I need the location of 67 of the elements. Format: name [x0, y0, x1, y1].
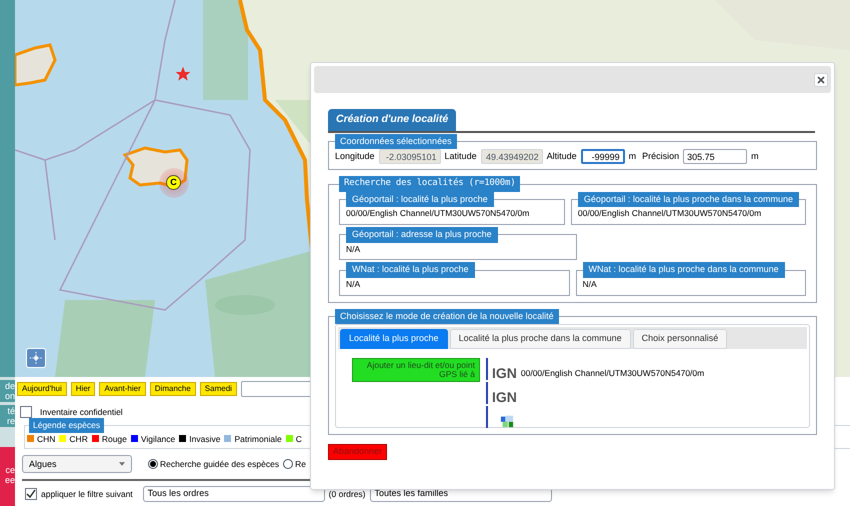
- date-shortcut-button[interactable]: Hier: [70, 382, 96, 396]
- order-select[interactable]: Tous les ordres: [142, 486, 325, 502]
- sidebar-label: on: [4, 391, 15, 401]
- result-title: WNat : localité la plus proche dans la commune: [582, 262, 785, 278]
- legend-label: Vigilance: [140, 432, 176, 446]
- ign-logo: IGN: [492, 366, 517, 380]
- coordinate-field[interactable]: 305.75: [683, 149, 748, 164]
- coordinate-field[interactable]: -2.03095101: [378, 149, 441, 164]
- group-select[interactable]: Algues: [22, 455, 132, 474]
- field-label: Précision: [642, 150, 680, 163]
- filter-checkbox[interactable]: [25, 488, 37, 500]
- result-value: N/A: [582, 278, 598, 290]
- checkbox-label: Inventaire confidentiel: [40, 406, 123, 419]
- result-value: 00/00/English Channel/UTM30UW570N5470/0m: [578, 207, 762, 220]
- sidebar-label: ee: [4, 475, 15, 485]
- legend-label: CHR: [69, 432, 88, 446]
- confidential-checkbox[interactable]: [20, 406, 32, 418]
- star-icon[interactable]: [175, 66, 191, 82]
- ign-logo: IGN: [492, 390, 517, 404]
- mode-tab[interactable]: Localité la plus proche dans la commune: [450, 329, 631, 349]
- field-label: Altitude: [546, 150, 577, 163]
- radio-button[interactable]: [148, 459, 158, 470]
- sidebar-label: té: [6, 406, 15, 416]
- panel-title: Coordonnées sélectionnées: [335, 134, 457, 150]
- result-title: Géoportail : adresse la plus proche: [346, 227, 498, 242]
- result-value: N/A: [346, 278, 362, 290]
- legend-label: CHN: [37, 432, 56, 446]
- close-button[interactable]: [814, 72, 828, 86]
- result-title: Géoportail : localité la plus proche dans la commune: [578, 192, 799, 208]
- sidebar-label: re: [6, 416, 15, 426]
- radio-button[interactable]: [283, 459, 294, 470]
- add-locality-button[interactable]: Ajouter un lieu-dit et/ou point GPS lié à: [352, 358, 480, 382]
- legend-label: Rouge: [102, 432, 127, 446]
- date-shortcut-button[interactable]: Dimanche: [150, 382, 196, 396]
- field-label: Latitude: [444, 150, 477, 163]
- radio-label: Recherche guidée des espèces: [160, 458, 280, 471]
- date-shortcut-button[interactable]: Avant-hier: [99, 382, 146, 396]
- coordinate-field[interactable]: -99999: [580, 149, 625, 164]
- result-value: 00/00/English Channel/UTM30UW570N5470/0m: [346, 207, 530, 220]
- close-icon: [816, 74, 826, 84]
- pan-control-icon[interactable]: [26, 348, 46, 368]
- result-text: 00/00/English Channel/UTM30UW570N5470/0m: [520, 367, 704, 380]
- result-value: N/A: [346, 242, 362, 256]
- map-icon: [500, 414, 514, 428]
- filter-label: appliquer le filtre suivant: [41, 488, 133, 501]
- unit-label: m: [628, 150, 636, 163]
- result-title: Géoportail : localité la plus proche: [346, 192, 494, 208]
- sidebar-label: de: [4, 381, 15, 391]
- unit-label: m: [751, 150, 759, 163]
- result-title: WNat : localité la plus proche: [346, 262, 475, 278]
- sidebar-label: ce: [4, 465, 15, 475]
- date-shortcut-button[interactable]: Aujourd'hui: [17, 382, 67, 396]
- mode-tab[interactable]: Localité la plus proche: [340, 329, 448, 349]
- field-label: Longitude: [335, 150, 375, 163]
- legend-label: C: [296, 432, 302, 446]
- order-count: (0 ordres): [328, 488, 366, 501]
- mode-tab[interactable]: Choix personnalisé: [632, 329, 728, 349]
- legend-label: Patrimoniale: [234, 432, 282, 446]
- panel-title: Recherche des localités (r=1000m): [339, 176, 520, 192]
- sidebar-item[interactable]: ce ee: [0, 447, 15, 506]
- dropdown-caret-icon: [119, 462, 125, 466]
- legend-title: Légende espèces: [29, 418, 104, 432]
- date-shortcut-button[interactable]: Samedi: [200, 382, 237, 396]
- panel-title: Choisissez le mode de création de la nouvelle localité: [335, 308, 559, 324]
- radio-label: Re: [295, 458, 306, 471]
- coordinate-field[interactable]: 49.43949202: [480, 149, 543, 164]
- legend-label: Invasive: [189, 432, 220, 446]
